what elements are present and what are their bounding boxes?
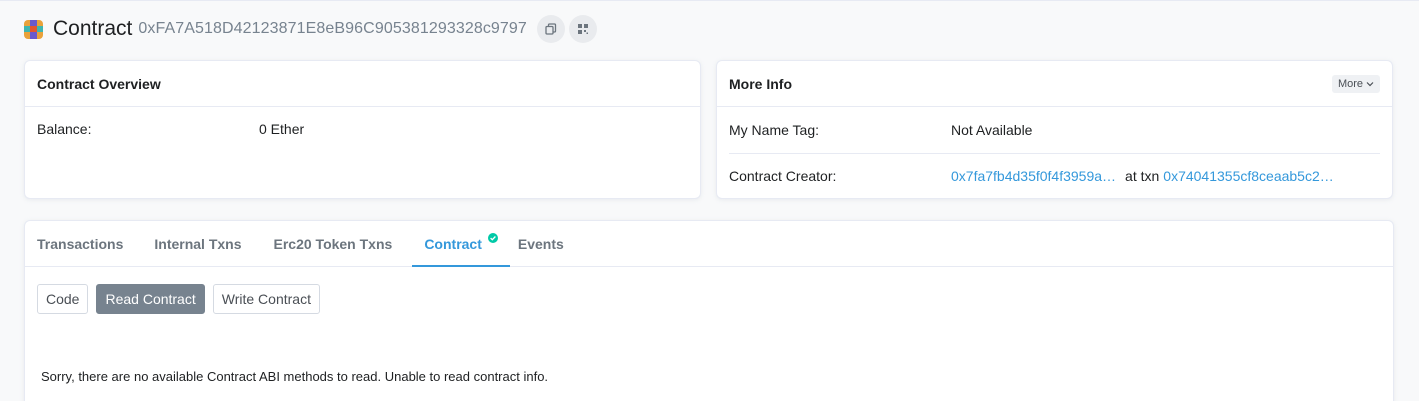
creator-row: Contract Creator: 0x7fa7fb4d35f0f4f3959a… — [717, 154, 1392, 198]
creator-label: Contract Creator: — [729, 168, 837, 184]
contract-address: 0xFA7A518D42123871E8eB96C905381293328c97… — [138, 20, 527, 37]
creator-address-link[interactable]: 0x7fa7fb4d35f0f4f3959a… — [951, 168, 1116, 184]
tab-events[interactable]: Events — [510, 221, 576, 266]
name-tag-value: Not Available — [951, 122, 1033, 138]
qr-code-button[interactable] — [568, 15, 597, 43]
tab-erc20-token-txns[interactable]: Erc20 Token Txns — [263, 221, 413, 266]
contract-avatar-icon — [24, 19, 43, 39]
balance-value: 0 Ether — [259, 121, 305, 137]
write-contract-button[interactable]: Write Contract — [212, 284, 320, 314]
overview-header: Contract Overview — [25, 61, 700, 107]
tab-contract-label: Contract — [424, 235, 482, 252]
tab-events-label: Events — [517, 235, 564, 252]
verified-check-icon — [487, 233, 498, 243]
tab-transactions[interactable]: Transactions — [25, 221, 143, 266]
qr-code-icon — [577, 24, 588, 34]
more-info-header: More Info More — [717, 61, 1392, 107]
copy-icon — [545, 23, 557, 35]
top-divider — [0, 0, 1419, 1]
code-button[interactable]: Code — [37, 284, 89, 314]
avatar-cell — [36, 32, 43, 39]
tab-contract[interactable]: Contract — [412, 221, 510, 267]
page-title: Contract — [53, 17, 133, 40]
creator-txn-link[interactable]: 0x74041355cf8ceaab5c2… — [1163, 168, 1333, 184]
contract-overview-card: Contract Overview Balance: 0 Ether — [24, 60, 701, 199]
more-info-title: More Info — [729, 75, 792, 92]
tab-internal-txns-label: Internal Txns — [154, 235, 242, 252]
tab-bar: Transactions Internal Txns Erc20 Token T… — [25, 221, 1393, 267]
name-tag-row: My Name Tag: Not Available — [717, 107, 1392, 153]
more-dropdown-button[interactable]: More — [1331, 74, 1380, 93]
chevron-down-icon — [1366, 81, 1374, 86]
at-txn-label: at txn — [1125, 168, 1160, 184]
page-header: Contract 0xFA7A518D42123871E8eB96C905381… — [24, 14, 601, 44]
more-info-card: More Info More My Name Tag: Not Availabl… — [716, 60, 1393, 199]
contract-tabs-card: Transactions Internal Txns Erc20 Token T… — [24, 220, 1394, 401]
tab-transactions-label: Transactions — [37, 235, 124, 252]
balance-label: Balance: — [37, 121, 92, 137]
no-abi-message: Sorry, there are no available Contract A… — [41, 369, 549, 384]
more-button-label: More — [1337, 77, 1363, 90]
tab-internal-txns[interactable]: Internal Txns — [143, 221, 262, 266]
name-tag-label: My Name Tag: — [729, 122, 819, 138]
contract-sub-buttons: Code Read Contract Write Contract — [37, 284, 320, 314]
copy-address-button[interactable] — [536, 15, 565, 43]
tab-erc20-label: Erc20 Token Txns — [273, 235, 393, 252]
balance-row: Balance: 0 Ether — [25, 107, 700, 137]
read-contract-button[interactable]: Read Contract — [96, 284, 205, 314]
overview-title: Contract Overview — [37, 75, 161, 92]
